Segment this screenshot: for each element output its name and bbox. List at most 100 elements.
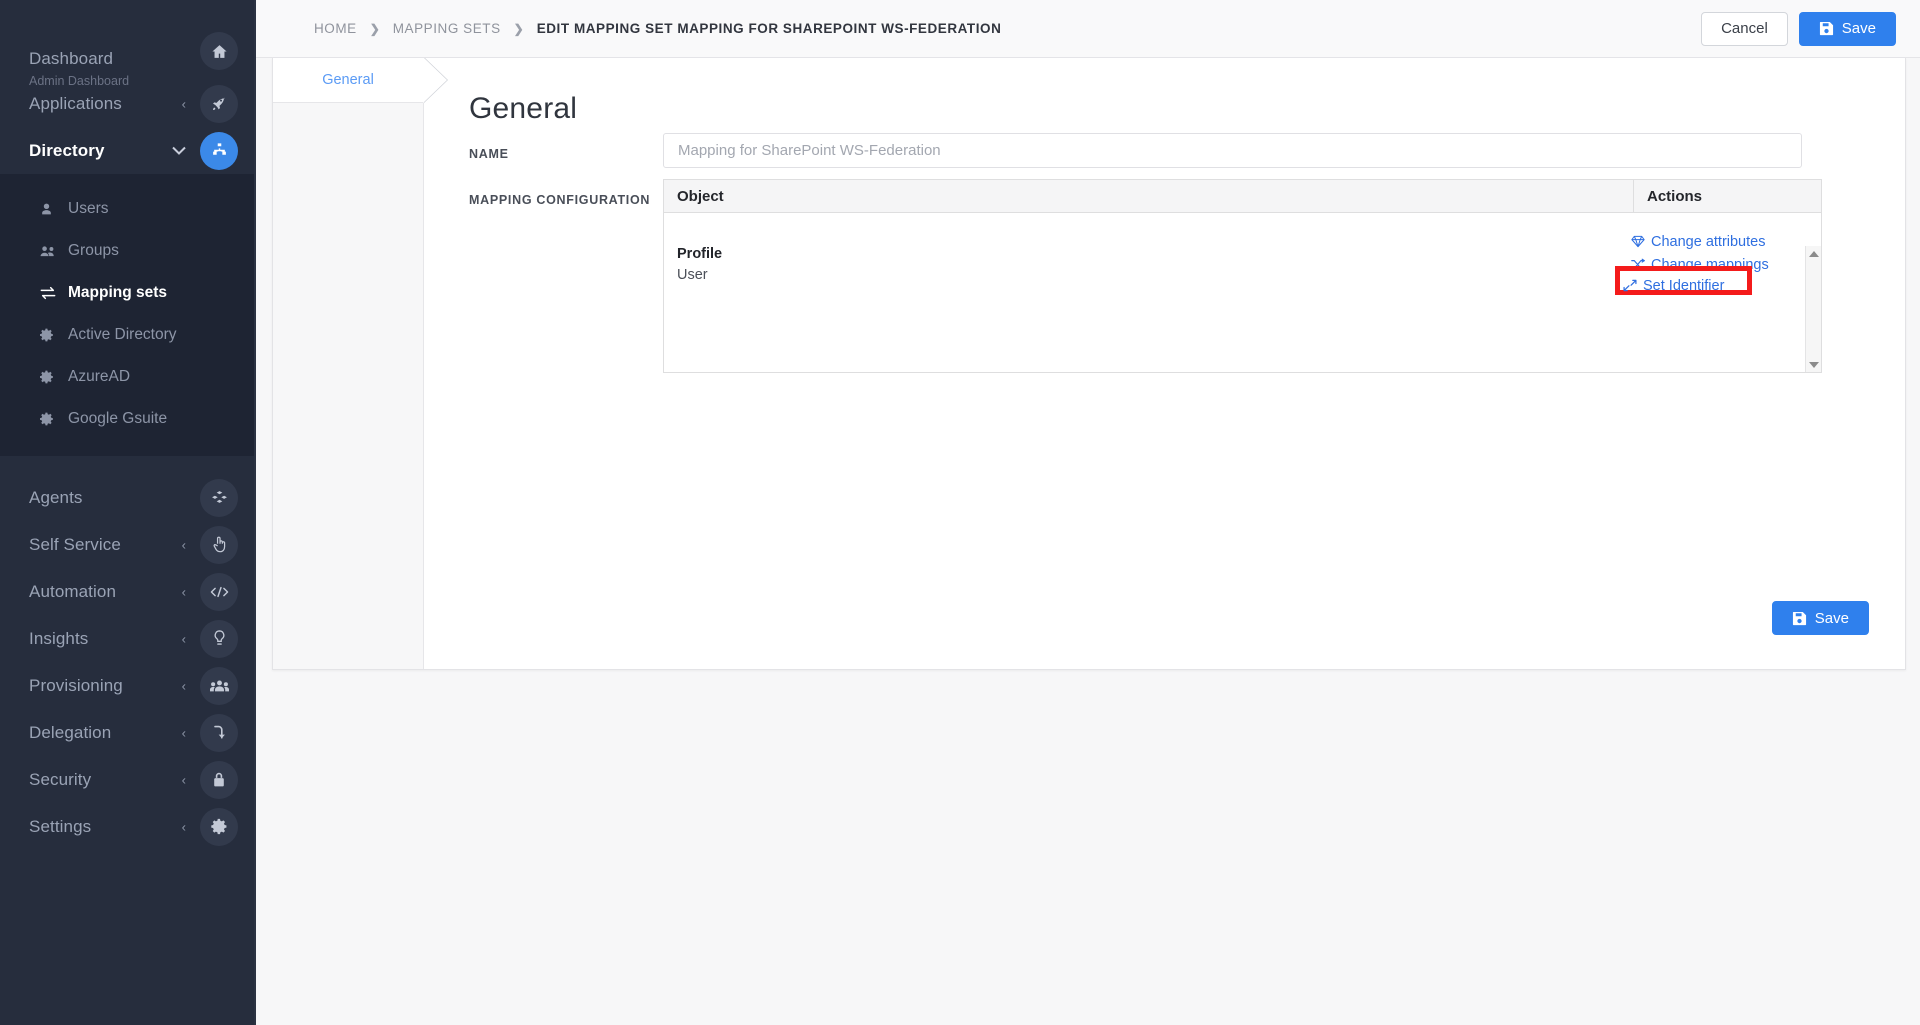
topbar-actions: Cancel Save	[1701, 11, 1896, 46]
gear-icon	[40, 370, 60, 384]
chevron-left-icon: ‹	[181, 678, 186, 693]
main-content: HOME ❯ MAPPING SETS ❯ EDIT MAPPING SET M…	[254, 0, 1920, 1025]
chevron-left-icon: ‹	[181, 725, 186, 740]
sidebar-item-applications[interactable]: Applications ‹	[0, 80, 254, 127]
breadcrumb-item-current: EDIT MAPPING SET MAPPING FOR SHAREPOINT …	[536, 21, 1002, 36]
gear-icon	[40, 412, 60, 426]
sidebar-item-self-service[interactable]: Self Service ‹	[0, 521, 254, 568]
table-scrollbar[interactable]	[1805, 246, 1821, 372]
tab-label: General	[322, 72, 374, 88]
save-button-label: Save	[1841, 20, 1876, 37]
sidebar-item-label: Insights	[29, 628, 89, 648]
sidebar-item-label: Dashboard	[29, 49, 114, 68]
sidebar-item-label: Self Service	[29, 534, 121, 554]
floppy-disk-icon	[1819, 21, 1834, 36]
column-header-actions: Actions	[1633, 180, 1821, 212]
hand-pointer-icon	[200, 525, 238, 564]
sidebar-item-azuread[interactable]: AzureAD	[0, 356, 254, 398]
chevron-left-icon: ‹	[181, 537, 186, 552]
home-icon	[200, 32, 238, 70]
sidebar-item-label: AzureAD	[68, 368, 131, 385]
sidebar-item-groups[interactable]: Groups	[0, 230, 254, 272]
gear-icon	[200, 807, 238, 846]
sidebar-item-agents[interactable]: Agents	[0, 474, 254, 521]
tab-column: General	[273, 58, 448, 669]
scroll-down-arrow-icon[interactable]	[1808, 362, 1819, 368]
object-title: Profile	[677, 246, 723, 262]
lock-icon	[200, 760, 238, 799]
sidebar-item-dashboard[interactable]: Dashboard Admin Dashboard	[0, 22, 254, 88]
column-header-object: Object	[677, 187, 724, 205]
sidebar-item-google-gsuite[interactable]: Google Gsuite	[0, 398, 254, 440]
sidebar-item-label: Users	[68, 200, 109, 217]
tab-general[interactable]: General	[273, 58, 448, 103]
name-label: NAME	[469, 147, 509, 161]
gear-icon	[40, 328, 60, 342]
lightbulb-icon	[200, 619, 238, 658]
sidebar-item-label: Agents	[29, 487, 83, 507]
general-pane: General NAME Mapping for SharePoint WS-F…	[425, 58, 1905, 669]
change-attributes-link[interactable]: Change attributes	[1631, 230, 1804, 253]
object-subtitle: User	[677, 267, 708, 284]
chevron-down-icon	[172, 144, 186, 157]
sidebar-item-label: Settings	[29, 816, 92, 836]
card-save-button-label: Save	[1814, 609, 1849, 627]
users-icon	[40, 244, 60, 258]
edit-mapping-set-card: General General NAME Mapping for SharePo…	[272, 58, 1906, 670]
code-icon	[200, 572, 238, 611]
sidebar-item-mapping-sets[interactable]: Mapping sets	[0, 272, 254, 314]
chevron-left-icon: ‹	[181, 96, 186, 111]
breadcrumb-item-mapping-sets[interactable]: MAPPING SETS	[393, 21, 501, 36]
sidebar-secondary-nav: Agents Self Service ‹ Automation ‹ Insig…	[0, 456, 254, 850]
table-header-row: Object Actions	[664, 180, 1821, 213]
user-group-icon	[200, 666, 238, 705]
sidebar-item-delegation[interactable]: Delegation ‹	[0, 709, 254, 756]
sidebar-item-label: Automation	[29, 581, 116, 601]
sidebar-item-insights[interactable]: Insights ‹	[0, 615, 254, 662]
scroll-up-arrow-icon[interactable]	[1808, 251, 1819, 257]
chevron-right-icon: ❯	[513, 21, 524, 36]
user-icon	[40, 202, 60, 216]
sidebar-item-label: Mapping sets	[68, 284, 168, 301]
chevron-left-icon: ‹	[181, 631, 186, 646]
actions-cell: Change attributes Change mappings Set Id…	[1615, 230, 1804, 295]
sidebar-item-label: Delegation	[29, 722, 112, 742]
compress-arrows-icon	[1623, 279, 1637, 292]
sidebar: Dashboard Admin Dashboard Applications ‹…	[0, 0, 254, 1025]
chevron-right-icon: ❯	[369, 21, 380, 36]
sidebar-item-label: Directory	[29, 140, 105, 160]
arrow-turn-down-icon	[200, 713, 238, 752]
breadcrumb-item-home[interactable]: HOME	[314, 21, 357, 36]
action-label: Set Identifier	[1643, 277, 1725, 294]
mapping-configuration-label: MAPPING CONFIGURATION	[469, 193, 651, 207]
name-input[interactable]: Mapping for SharePoint WS-Federation	[663, 133, 1802, 168]
sidebar-item-label: Provisioning	[29, 675, 123, 695]
sidebar-item-label: Security	[29, 769, 92, 789]
mapping-configuration-table: Object Actions Profile User Change attri…	[663, 179, 1822, 373]
sidebar-item-label: Applications	[29, 93, 122, 113]
rocket-icon	[200, 84, 238, 123]
sidebar-item-security[interactable]: Security ‹	[0, 756, 254, 803]
sidebar-directory-submenu: Users Groups Mapping sets Active Directo…	[0, 174, 254, 456]
floppy-disk-icon	[1792, 611, 1807, 626]
sidebar-item-automation[interactable]: Automation ‹	[0, 568, 254, 615]
object-cell: Profile User	[677, 244, 722, 286]
sidebar-item-label: Active Directory	[68, 326, 177, 343]
sitemap-icon	[200, 131, 238, 170]
sidebar-item-provisioning[interactable]: Provisioning ‹	[0, 662, 254, 709]
sidebar-item-directory[interactable]: Directory	[0, 127, 254, 174]
set-identifier-link[interactable]: Set Identifier	[1623, 274, 1724, 297]
sidebar-item-active-directory[interactable]: Active Directory	[0, 314, 254, 356]
save-button[interactable]: Save	[1798, 11, 1896, 46]
sidebar-item-label: Google Gsuite	[68, 410, 168, 427]
sidebar-item-settings[interactable]: Settings ‹	[0, 803, 254, 850]
breadcrumb: HOME ❯ MAPPING SETS ❯ EDIT MAPPING SET M…	[314, 21, 1001, 36]
chevron-left-icon: ‹	[181, 819, 186, 834]
cubes-icon	[200, 478, 238, 517]
sidebar-item-users[interactable]: Users	[0, 188, 254, 230]
chevron-left-icon: ‹	[181, 772, 186, 787]
cancel-button[interactable]: Cancel	[1701, 11, 1788, 46]
action-label: Change attributes	[1651, 233, 1766, 250]
table-body: Profile User Change attributes Change ma…	[664, 213, 1821, 372]
card-save-button[interactable]: Save	[1771, 601, 1869, 635]
